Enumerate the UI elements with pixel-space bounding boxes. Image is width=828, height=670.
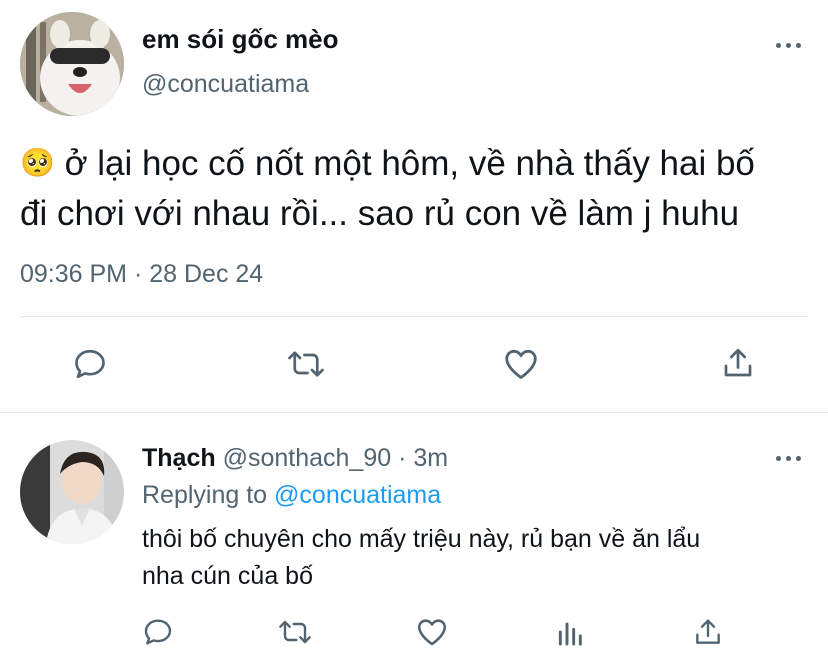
- reply-share-icon[interactable]: [692, 615, 724, 649]
- pleading-face-emoji: 🥺: [20, 147, 55, 178]
- author-avatar[interactable]: [20, 12, 124, 116]
- replying-to: Replying to @concuatiama: [142, 481, 441, 510]
- reply-more-options-icon[interactable]: [776, 456, 801, 461]
- tweet-timestamp[interactable]: 09:36 PM · 28 Dec 24: [20, 260, 263, 289]
- reply-text-line1: thôi bố chuyên cho mấy triệu này, rủ bạn…: [142, 525, 701, 553]
- reply-separator: ·: [398, 444, 407, 472]
- reply-like-icon[interactable]: [415, 615, 449, 649]
- reply-author-avatar[interactable]: [20, 440, 124, 544]
- replying-to-handle[interactable]: @concuatiama: [274, 481, 441, 509]
- replying-to-label: Replying to: [142, 481, 268, 509]
- like-icon[interactable]: [502, 345, 540, 383]
- author-name[interactable]: em sói gốc mèo: [142, 24, 339, 55]
- reply-age[interactable]: 3m: [413, 444, 448, 472]
- share-icon[interactable]: [720, 344, 756, 382]
- meta-separator: ·: [133, 260, 143, 288]
- reply-header: Thạch @sonthach_90 · 3m: [142, 444, 448, 473]
- reply-text-line2: nha cún của bố: [142, 562, 313, 590]
- tweet-text: 🥺 ở lại học cố nốt một hôm, về nhà thấy …: [20, 138, 820, 239]
- tweet-text-line2: đi chơi với nhau rồi... sao rủ con về là…: [20, 194, 740, 233]
- retweet-icon[interactable]: [284, 346, 328, 382]
- reply-reply-icon[interactable]: [142, 616, 174, 648]
- reply-retweet-icon[interactable]: [275, 616, 315, 648]
- divider-meta: [20, 316, 808, 317]
- tweet-date: 28 Dec 24: [149, 260, 264, 288]
- reply-text: thôi bố chuyên cho mấy triệu này, rủ bạn…: [142, 521, 812, 595]
- reply-author-name[interactable]: Thạch: [142, 444, 216, 472]
- divider-tweet: [0, 412, 828, 413]
- reply-analytics-icon[interactable]: [555, 616, 587, 648]
- more-options-icon[interactable]: [776, 43, 801, 48]
- reply-author-handle[interactable]: @sonthach_90: [223, 444, 392, 472]
- reply-icon[interactable]: [72, 346, 108, 382]
- tweet-text-line1: ở lại học cố nốt một hôm, về nhà thấy ha…: [64, 144, 755, 183]
- author-handle[interactable]: @concuatiama: [142, 70, 309, 99]
- tweet-time: 09:36 PM: [20, 260, 128, 288]
